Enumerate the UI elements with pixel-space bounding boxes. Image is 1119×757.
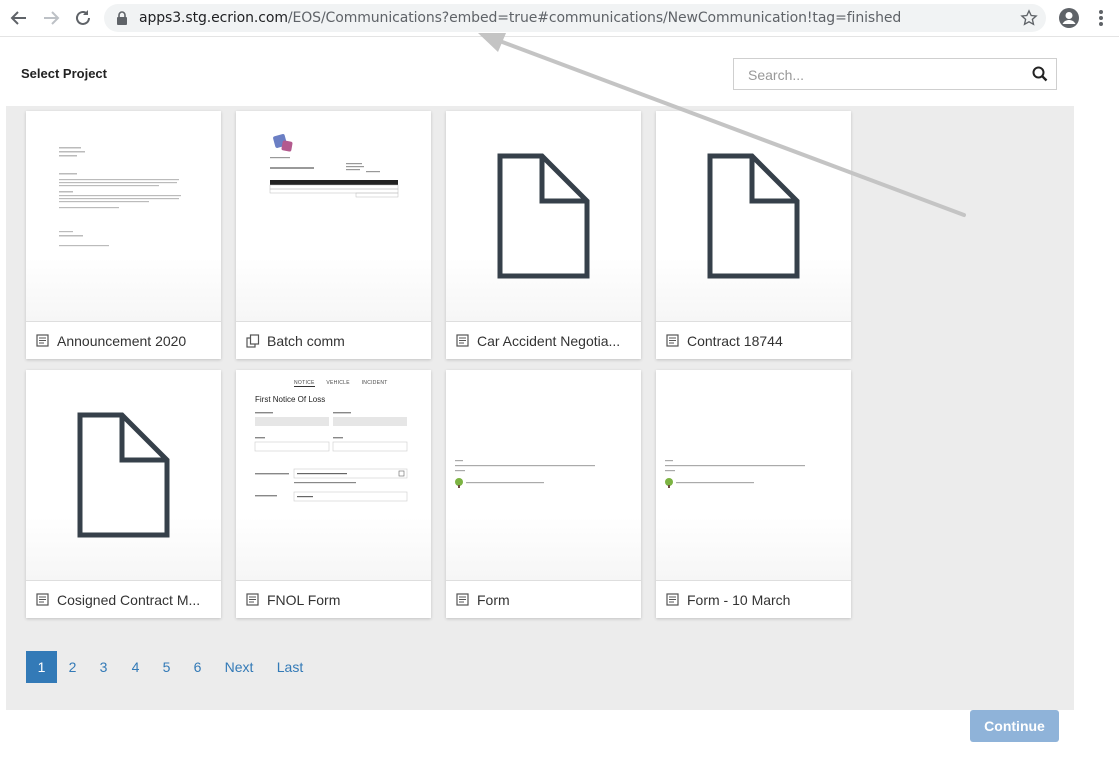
batch-icon	[246, 334, 260, 353]
card-footer: Car Accident Negotia...	[446, 321, 641, 359]
card-footer: Announcement 2020	[26, 321, 221, 359]
card-thumbnail: NOTICE VEHICLE INCIDENT First Notice Of …	[236, 370, 431, 580]
project-card[interactable]: Form - 10 March	[656, 370, 851, 618]
project-card[interactable]: Form	[446, 370, 641, 618]
browser-toolbar: apps3.stg.ecrion.com/EOS/Communications?…	[0, 0, 1119, 37]
card-footer: Batch comm	[236, 321, 431, 359]
card-thumbnail	[656, 111, 851, 321]
card-label: Form - 10 March	[687, 592, 791, 608]
blank-document-icon	[497, 153, 590, 279]
search-box[interactable]	[733, 58, 1057, 90]
url-path: /EOS/Communications?embed=true#communica…	[287, 10, 902, 26]
card-footer: Cosigned Contract M...	[26, 580, 221, 618]
search-input[interactable]	[746, 65, 1020, 85]
continue-button[interactable]: Continue	[970, 710, 1059, 742]
url-host: apps3.stg.ecrion.com	[139, 10, 288, 26]
document-template-icon	[456, 593, 469, 611]
page-title: Select Project	[21, 66, 107, 81]
document-template-icon	[666, 334, 679, 352]
blank-document-icon	[77, 412, 170, 538]
card-footer: Contract 18744	[656, 321, 851, 359]
card-footer: Form	[446, 580, 641, 618]
card-footer: Form - 10 March	[656, 580, 851, 618]
card-label: Batch comm	[267, 333, 345, 349]
card-footer: FNOL Form	[236, 580, 431, 618]
form-letter-preview	[455, 460, 595, 488]
lock-icon	[116, 11, 128, 30]
card-thumbnail	[446, 111, 641, 321]
project-card[interactable]: NOTICE VEHICLE INCIDENT First Notice Of …	[236, 370, 431, 618]
reload-icon[interactable]	[72, 7, 94, 29]
document-template-icon	[36, 593, 49, 611]
forward-icon[interactable]	[40, 7, 62, 29]
page-1-button[interactable]: 1	[26, 651, 57, 683]
project-card[interactable]: Car Accident Negotia...	[446, 111, 641, 359]
bookmark-star-icon[interactable]	[1020, 9, 1038, 32]
card-thumbnail	[446, 370, 641, 580]
menu-kebab-icon[interactable]	[1090, 7, 1112, 29]
card-thumbnail	[26, 370, 221, 580]
card-label: Announcement 2020	[57, 333, 187, 349]
letter-preview	[59, 147, 181, 247]
search-icon[interactable]	[1032, 66, 1048, 87]
project-card[interactable]: Cosigned Contract M...	[26, 370, 221, 618]
form-fields-preview	[254, 412, 408, 502]
card-label: FNOL Form	[267, 592, 341, 608]
page-5-button[interactable]: 5	[151, 651, 182, 683]
page-2-button[interactable]: 2	[57, 651, 88, 683]
page-3-button[interactable]: 3	[88, 651, 119, 683]
blank-document-icon	[707, 153, 800, 279]
document-template-icon	[666, 593, 679, 611]
page-4-button[interactable]: 4	[120, 651, 151, 683]
card-thumbnail	[236, 111, 431, 321]
card-thumbnail	[656, 370, 851, 580]
project-card[interactable]: Announcement 2020	[26, 111, 221, 359]
card-label: Contract 18744	[687, 333, 783, 349]
form-letter-preview	[665, 460, 805, 488]
url-text: apps3.stg.ecrion.com/EOS/Communications?…	[139, 10, 901, 26]
card-label: Form	[477, 592, 510, 608]
card-thumbnail	[26, 111, 221, 321]
card-label: Cosigned Contract M...	[57, 592, 201, 608]
project-grid-panel: Announcement 2020 Batch comm Car Acciden…	[6, 106, 1074, 710]
document-template-icon	[246, 593, 259, 611]
card-label: Car Accident Negotia...	[477, 333, 621, 349]
next-page-button[interactable]: Next	[222, 651, 256, 683]
address-bar[interactable]: apps3.stg.ecrion.com/EOS/Communications?…	[104, 4, 1046, 32]
project-card[interactable]: Batch comm	[236, 111, 431, 359]
profile-avatar-icon[interactable]	[1058, 7, 1080, 29]
invoice-preview	[269, 134, 399, 198]
back-icon[interactable]	[8, 7, 30, 29]
document-template-icon	[36, 334, 49, 352]
document-template-icon	[456, 334, 469, 352]
page-6-button[interactable]: 6	[182, 651, 213, 683]
last-page-button[interactable]: Last	[275, 651, 305, 683]
project-card[interactable]: Contract 18744	[656, 111, 851, 359]
